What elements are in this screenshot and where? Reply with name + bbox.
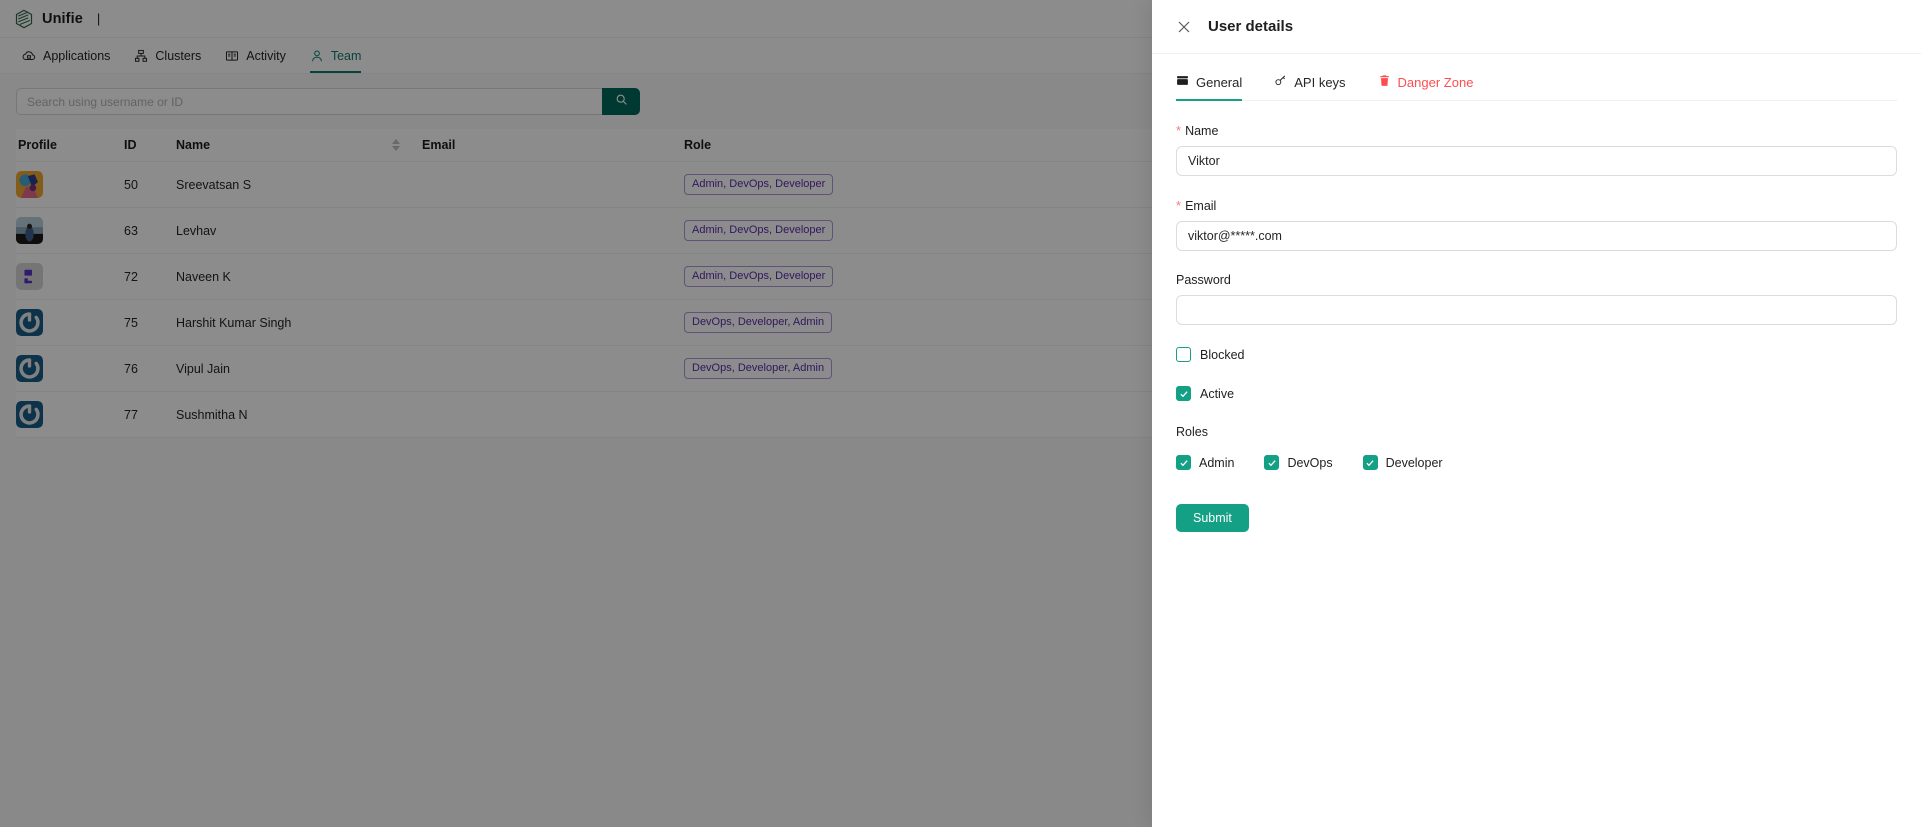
checkbox-blocked-box[interactable] [1176, 347, 1191, 362]
role-checkbox-box[interactable] [1362, 455, 1378, 470]
checkbox-active-box[interactable] [1176, 386, 1191, 401]
password-input[interactable] [1176, 295, 1897, 325]
key-icon [1274, 74, 1287, 90]
card-icon [1176, 74, 1189, 90]
checkbox-active-label: Active [1200, 386, 1235, 401]
tab-label: API keys [1294, 74, 1346, 90]
field-password: Password [1176, 273, 1897, 325]
role-checkbox-box[interactable] [1176, 455, 1191, 470]
submit-button[interactable]: Submit [1176, 504, 1249, 532]
checkbox-active[interactable]: Active [1176, 386, 1897, 401]
drawer-header: User details [1152, 0, 1921, 54]
drawer-tabs: General API keys Danger Zone [1176, 74, 1897, 101]
role-checkbox-label: Developer [1385, 455, 1443, 470]
user-details-drawer: User details General API keys Danger Zon… [1152, 0, 1921, 827]
app-root: Unifie | Applications Clusters Activity … [0, 0, 1921, 827]
roles-checkbox-group: Admin DevOps Developer [1176, 455, 1897, 470]
user-form: *Name *Email Password [1176, 101, 1897, 532]
role-checkbox-label: DevOps [1287, 455, 1333, 470]
role-checkbox-box[interactable] [1264, 455, 1280, 470]
tab-api-keys[interactable]: API keys [1274, 74, 1346, 100]
close-icon[interactable] [1176, 19, 1192, 35]
required-marker: * [1176, 198, 1182, 213]
label-name-text: Name [1185, 124, 1219, 138]
tab-label: General [1196, 74, 1243, 90]
drawer-title: User details [1208, 18, 1294, 35]
required-marker: * [1176, 123, 1182, 138]
field-email: * Email [1176, 198, 1897, 251]
field-name: * Name [1176, 123, 1897, 176]
tab-danger-zone[interactable]: Danger Zone [1378, 74, 1474, 100]
role-checkbox-developer[interactable]: Developer [1362, 455, 1443, 470]
label-password: Password [1176, 273, 1231, 287]
tab-general[interactable]: General [1176, 74, 1243, 101]
email-input[interactable] [1176, 221, 1897, 251]
label-name: * Name [1176, 123, 1897, 138]
tab-label: Danger Zone [1397, 74, 1474, 90]
drawer-body: General API keys Danger Zone * Name Vikt… [1152, 54, 1921, 532]
role-checkbox-admin[interactable]: Admin [1176, 455, 1234, 470]
role-checkbox-devops[interactable]: DevOps [1264, 455, 1333, 470]
checkbox-blocked[interactable]: Blocked [1176, 347, 1897, 362]
label-email: * Email [1176, 198, 1897, 213]
checkbox-blocked-label: Blocked [1200, 347, 1245, 362]
role-checkbox-label: Admin [1199, 455, 1235, 470]
roles-section-title: Roles [1176, 425, 1208, 439]
name-input[interactable] [1176, 146, 1897, 176]
trash-icon [1378, 74, 1391, 90]
label-email-text: Email [1185, 199, 1217, 213]
